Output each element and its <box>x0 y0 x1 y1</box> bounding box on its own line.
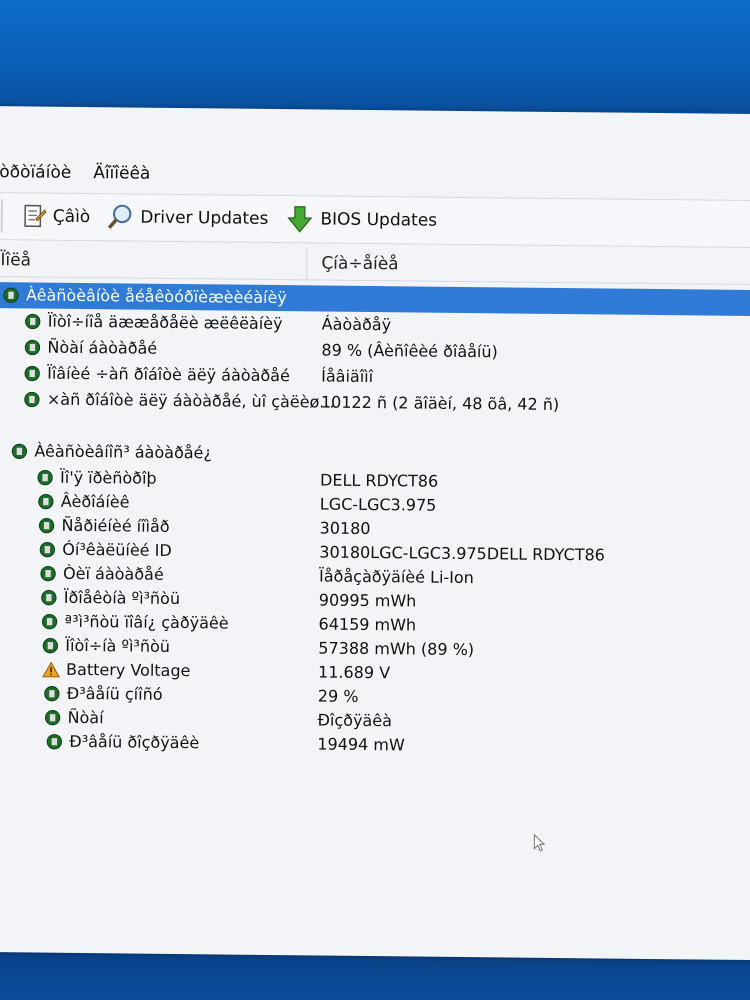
menu-bar: òðòïáíòè Äîïîëêà <box>0 156 750 196</box>
battery-icon <box>44 685 60 701</box>
row-label: Ïîòî÷íîå äææåðåëè æëêëàíèÿ <box>47 311 283 334</box>
row-label: Ïðîåêòíà ºì³ñòü <box>63 587 181 609</box>
section-title-power: Àêàñòèâíòè åéåêòóðïèæèèéàíèÿ <box>25 285 287 308</box>
bios-updates-label: BIOS Updates <box>320 209 438 231</box>
row-value: 30180LGC-LGC3.975DELL RDYCT86 <box>319 542 605 565</box>
warning-icon <box>42 661 60 677</box>
row-label: Battery Voltage <box>66 659 191 681</box>
battery-icon <box>24 365 40 381</box>
row-value: 11.689 V <box>317 662 391 683</box>
driver-updates-label: Driver Updates <box>140 207 269 229</box>
report-icon <box>24 204 47 228</box>
row-value: 89 % (Âèñîêèé ðîâåíü) <box>321 340 498 362</box>
toolbar: Çâìò Driver Updates BIOS Updates <box>0 191 750 249</box>
row-label: Ð³âåíü ðîçðÿäêè <box>69 731 200 753</box>
battery-icon <box>38 517 55 533</box>
row-value: 90995 mWh <box>318 590 417 611</box>
row-value: 30180 <box>319 518 371 539</box>
app-window: òðòïáíòè Äîïîëêà Çâìò Driver Updates BIO… <box>0 106 750 961</box>
row-label: Ïîâíèé ÷àñ ðîáîòè äëÿ áàòàðåé <box>47 363 290 386</box>
column-divider[interactable] <box>306 249 308 280</box>
row-label: Ñòàí áàòàðåé <box>47 337 158 358</box>
battery-icon <box>24 391 40 407</box>
battery-icon <box>38 493 54 509</box>
row-value: 64159 mWh <box>318 614 417 635</box>
row-label: Âèðîáíèê <box>60 491 130 512</box>
row-label: Ïîòî÷íà ºì³ñòü <box>65 635 171 656</box>
section-title-battery: Àêàñòèâíîñ³ áàòàðåé¿ <box>34 441 213 463</box>
battery-icon <box>41 613 58 629</box>
column-header: Ïîëå Çíà÷åíèå <box>0 245 750 286</box>
row-label: Ïî'ÿ ïðèñòðîþ <box>60 467 157 488</box>
driver-updates-button[interactable]: Driver Updates <box>106 203 268 233</box>
battery-icon <box>42 637 59 653</box>
column-header-value[interactable]: Çíà÷åíèå <box>321 254 398 275</box>
row-label: ×àñ ðîáîòè äëÿ áàòàðåé, ùî çàëèø... <box>46 389 335 412</box>
column-header-name[interactable]: Ïîëå <box>0 250 31 270</box>
bios-updates-button[interactable]: BIOS Updates <box>284 204 437 236</box>
row-value: Ðîçðÿäêà <box>317 710 393 731</box>
download-arrow-icon <box>286 206 312 233</box>
row-value: 10122 ñ (2 ãîäèí, 48 õâ, 42 ñ) <box>320 392 560 414</box>
row-label: Ñåðiéíèé íîìåð <box>61 515 170 536</box>
row-label: Òèï áàòàðåé <box>63 563 164 584</box>
toolbar-grip <box>0 199 4 234</box>
battery-icon <box>25 313 41 329</box>
battery-icon <box>24 339 41 355</box>
power-section-icon <box>3 287 19 303</box>
search-icon <box>108 204 132 229</box>
battery-section-icon <box>11 443 28 459</box>
battery-icon <box>44 709 61 725</box>
battery-icon <box>37 469 53 485</box>
row-value: Íåâiäîìî <box>321 366 374 387</box>
report-button[interactable]: Çâìò <box>21 203 91 230</box>
properties-tree: Àêàñòèâíòè åéåêòóðïèæèèéàíèÿ Ïîòî÷íîå äæ… <box>0 281 750 760</box>
row-label: Óí³êàëüíèé ID <box>62 539 172 560</box>
row-value: 19494 mW <box>317 734 405 755</box>
row-value: 57388 mWh (89 %) <box>318 638 475 660</box>
mouse-cursor-icon <box>533 833 546 852</box>
battery-icon <box>39 541 56 557</box>
row-value: 29 % <box>317 686 359 706</box>
row-value: Áàòàðåÿ <box>321 314 392 335</box>
report-button-label: Çâìò <box>52 206 91 228</box>
row-value: LGC-LGC3.975 <box>319 494 437 515</box>
battery-icon <box>46 733 63 749</box>
battery-icon <box>40 565 56 581</box>
row-label: Ñòàí <box>67 707 104 728</box>
battery-icon <box>41 589 57 605</box>
menu-item-1[interactable]: òðòïáíòè <box>0 162 71 183</box>
row-label: Ð³âåíü çíîñó <box>66 683 163 704</box>
row-label: ª³ì³ñòü ïîâí¿ çàðÿäêè <box>64 611 229 633</box>
row-value: DELL RDYCT86 <box>320 470 439 491</box>
row-value: Ïåðåçàðÿäíèé Li-Ion <box>318 566 474 588</box>
desktop-background-top <box>0 0 750 112</box>
menu-item-2[interactable]: Äîïîëêà <box>93 163 150 184</box>
